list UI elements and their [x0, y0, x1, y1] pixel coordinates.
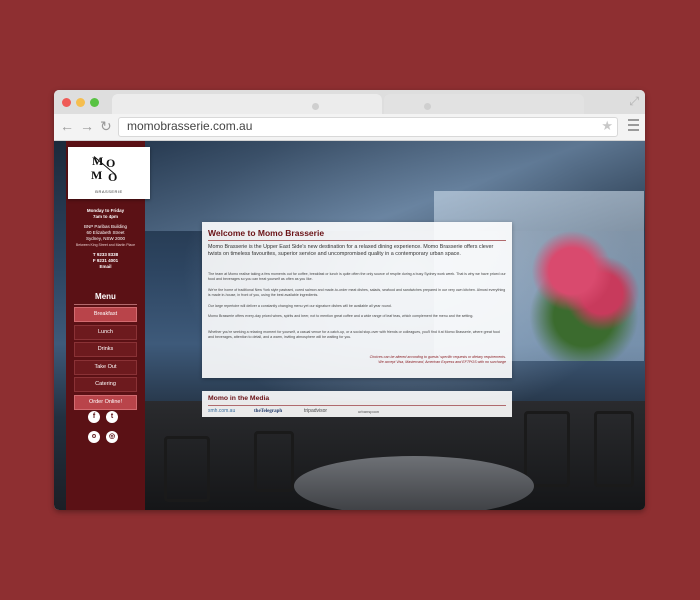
menu-divider	[74, 304, 137, 305]
welcome-paragraph: Our large repertoire will deliver a cons…	[208, 304, 392, 308]
brand-logo[interactable]: M O M O BRASSERIE	[68, 147, 150, 199]
welcome-title: Welcome to Momo Brasserie	[208, 228, 325, 238]
urbanspoon-logo[interactable]: urbanspoon	[358, 408, 379, 415]
forward-arrow-icon[interactable]: →	[80, 118, 94, 134]
menu-item-take-out[interactable]: Take Out	[74, 359, 137, 375]
minimize-window-button[interactable]	[76, 98, 85, 107]
maximize-window-button[interactable]	[90, 98, 99, 107]
browser-menu-icon[interactable]	[628, 119, 639, 134]
welcome-divider	[208, 240, 506, 241]
media-panel: Momo in the Media smh.com.au theTelegrap…	[202, 391, 512, 417]
flower-arrangement	[524, 211, 644, 361]
chair	[254, 431, 294, 492]
chair	[594, 411, 634, 487]
menu-heading: Menu	[95, 292, 116, 301]
page-viewport: M O M O BRASSERIE Monday to Friday 7am t…	[54, 141, 645, 510]
browser-window: ⤢ ← → ↻ momobrasserie.com.au ★ M O	[54, 90, 645, 510]
browser-tab-inactive[interactable]	[384, 94, 584, 114]
chair	[524, 411, 570, 487]
welcome-note: Choices can be altered according to gues…	[246, 355, 506, 365]
facebook-icon[interactable]: f	[88, 411, 100, 423]
menu-item-order-online[interactable]: Order Online!	[74, 394, 137, 410]
email-link[interactable]: Email	[66, 264, 145, 270]
back-arrow-icon[interactable]: ←	[60, 118, 74, 134]
media-logos: smh.com.au theTelegraph tripadvisor urba…	[208, 408, 506, 416]
welcome-lead: Momo Brasserie is the Upper East Side's …	[208, 244, 494, 257]
close-window-button[interactable]	[62, 98, 71, 107]
browser-toolbar: ← → ↻ momobrasserie.com.au ★	[54, 114, 645, 141]
welcome-panel: Welcome to Momo Brasserie Momo Brasserie…	[202, 222, 512, 378]
fullscreen-icon[interactable]: ⤢	[629, 94, 639, 109]
contact-info: Monday to Friday 7am to 4pm BNP Paribas …	[66, 208, 145, 270]
address-between: Between King Street and Martin Place	[75, 243, 136, 247]
tripadvisor-logo[interactable]: tripadvisor	[304, 408, 327, 415]
tripadvisor-icon[interactable]: o	[88, 431, 100, 443]
welcome-paragraph: Momo Brasserie offers every-day priced w…	[208, 314, 474, 318]
menu-item-drinks[interactable]: Drinks	[74, 342, 137, 357]
address-bar[interactable]: momobrasserie.com.au ★	[118, 117, 618, 137]
twitter-icon[interactable]: t	[106, 411, 118, 423]
instagram-icon[interactable]: ◎	[106, 431, 118, 443]
tab-indicator-icon	[424, 103, 431, 110]
menu-item-breakfast[interactable]: Breakfast	[74, 307, 137, 322]
telegraph-logo[interactable]: theTelegraph	[254, 408, 282, 415]
media-divider	[208, 405, 506, 406]
sidebar: M O M O BRASSERIE Monday to Friday 7am t…	[66, 141, 150, 510]
menu-item-lunch[interactable]: Lunch	[74, 324, 137, 340]
welcome-paragraph: We're the home of traditional New York s…	[208, 288, 506, 297]
smh-logo[interactable]: smh.com.au	[208, 408, 235, 415]
bookmark-star-icon[interactable]: ★	[601, 118, 613, 134]
payment-note: We accept Visa, Mastercard, American Exp…	[378, 359, 506, 364]
tab-indicator-icon	[312, 103, 319, 110]
browser-tab-active[interactable]	[112, 94, 382, 114]
title-bar: ⤢	[54, 90, 645, 114]
welcome-paragraph: Whether you're seeking a relaxing moment…	[208, 330, 500, 339]
welcome-paragraph: The team at Momo realise taking a few mo…	[208, 272, 506, 281]
chair	[164, 436, 210, 502]
logo-subtitle: BRASSERIE	[95, 189, 123, 194]
url-text: momobrasserie.com.au	[127, 119, 253, 133]
media-title: Momo in the Media	[208, 395, 270, 402]
menu-item-catering[interactable]: Catering	[74, 377, 137, 392]
menu-list: Breakfast Lunch Drinks Take Out Catering…	[74, 307, 137, 412]
reload-icon[interactable]: ↻	[100, 118, 112, 134]
logo-mark: M O M O	[91, 154, 118, 184]
table	[294, 456, 534, 510]
